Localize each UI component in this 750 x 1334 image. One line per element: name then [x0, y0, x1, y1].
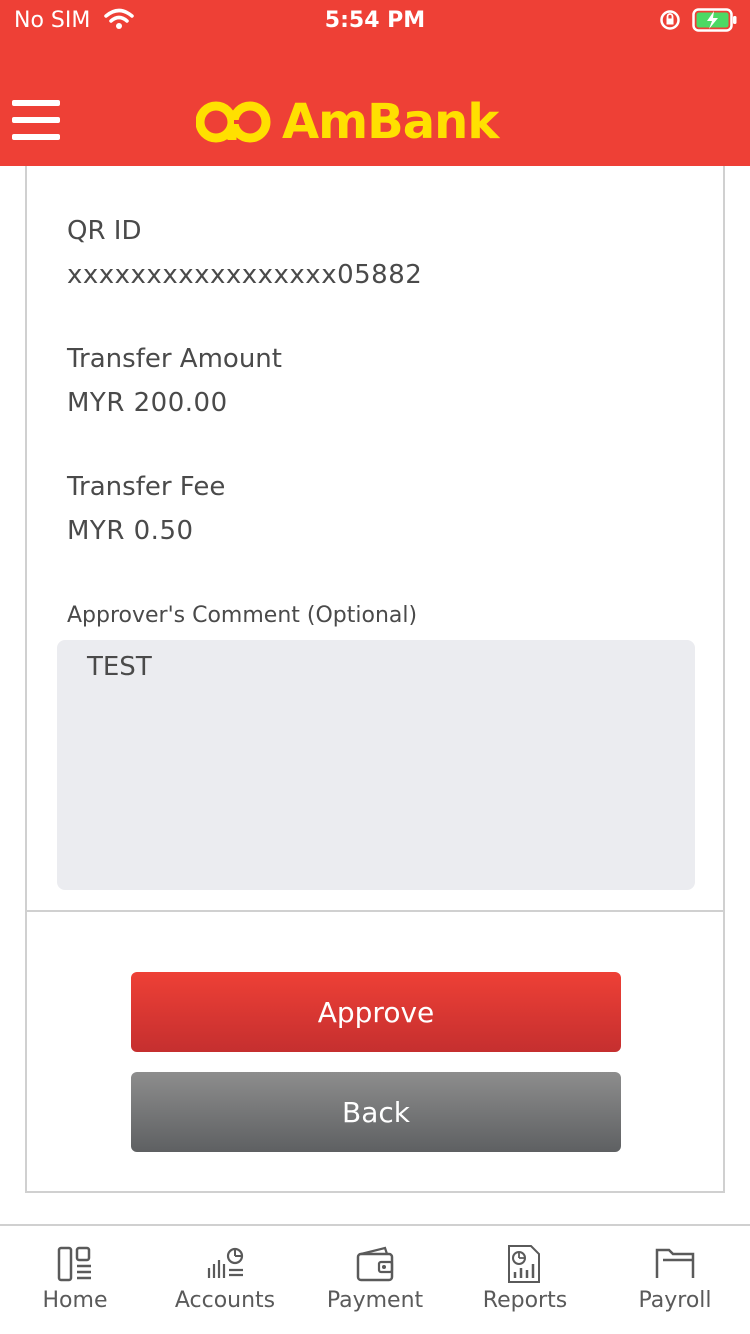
- tab-label-payment: Payment: [326, 1288, 424, 1313]
- tab-reports[interactable]: Reports: [450, 1226, 600, 1334]
- brand-name: AmBank: [282, 94, 499, 150]
- tab-label-payroll: Payroll: [638, 1288, 712, 1313]
- status-time: 5:54 PM: [324, 8, 426, 33]
- approver-comment-label: Approver's Comment (Optional): [67, 603, 418, 628]
- tab-home[interactable]: Home: [0, 1226, 150, 1334]
- qr-id-value: xxxxxxxxxxxxxxxxx05882: [67, 260, 423, 290]
- bottom-tab-bar: Home Accounts Payment Reports Payroll: [0, 1224, 750, 1334]
- tab-label-home: Home: [42, 1288, 108, 1313]
- approver-comment-input[interactable]: TEST: [57, 640, 695, 890]
- accounts-icon: [207, 1247, 244, 1278]
- orientation-lock-icon: [659, 9, 681, 37]
- tab-payroll[interactable]: Payroll: [600, 1226, 750, 1334]
- app-header: No SIM 5:54 PM AmBank: [0, 0, 750, 166]
- section-divider: [27, 910, 725, 912]
- tab-accounts[interactable]: Accounts: [150, 1226, 300, 1334]
- back-button[interactable]: Back: [131, 1072, 621, 1152]
- approver-comment-text: TEST: [87, 652, 152, 682]
- ambank-logo: AmBank: [196, 94, 499, 150]
- transfer-amount-label: Transfer Amount: [67, 344, 282, 374]
- qr-id-label: QR ID: [67, 216, 142, 246]
- wallet-icon: [356, 1246, 394, 1282]
- home-icon: [57, 1246, 91, 1282]
- tab-label-reports: Reports: [482, 1288, 568, 1313]
- transfer-amount-value: MYR 200.00: [67, 388, 228, 418]
- status-bar: No SIM 5:54 PM: [0, 0, 750, 40]
- approval-detail-card: QR ID xxxxxxxxxxxxxxxxx05882 Transfer Am…: [25, 166, 725, 1193]
- ambank-emblem-icon: [196, 101, 271, 143]
- tab-payment[interactable]: Payment: [300, 1226, 450, 1334]
- hamburger-menu-icon[interactable]: [12, 100, 62, 142]
- battery-icon: [692, 8, 738, 38]
- approve-button[interactable]: Approve: [131, 972, 621, 1052]
- transfer-fee-value: MYR 0.50: [67, 516, 194, 546]
- transfer-fee-label: Transfer Fee: [67, 472, 226, 502]
- folder-icon: [655, 1248, 695, 1278]
- tab-label-accounts: Accounts: [174, 1288, 276, 1313]
- reports-icon: [508, 1245, 540, 1283]
